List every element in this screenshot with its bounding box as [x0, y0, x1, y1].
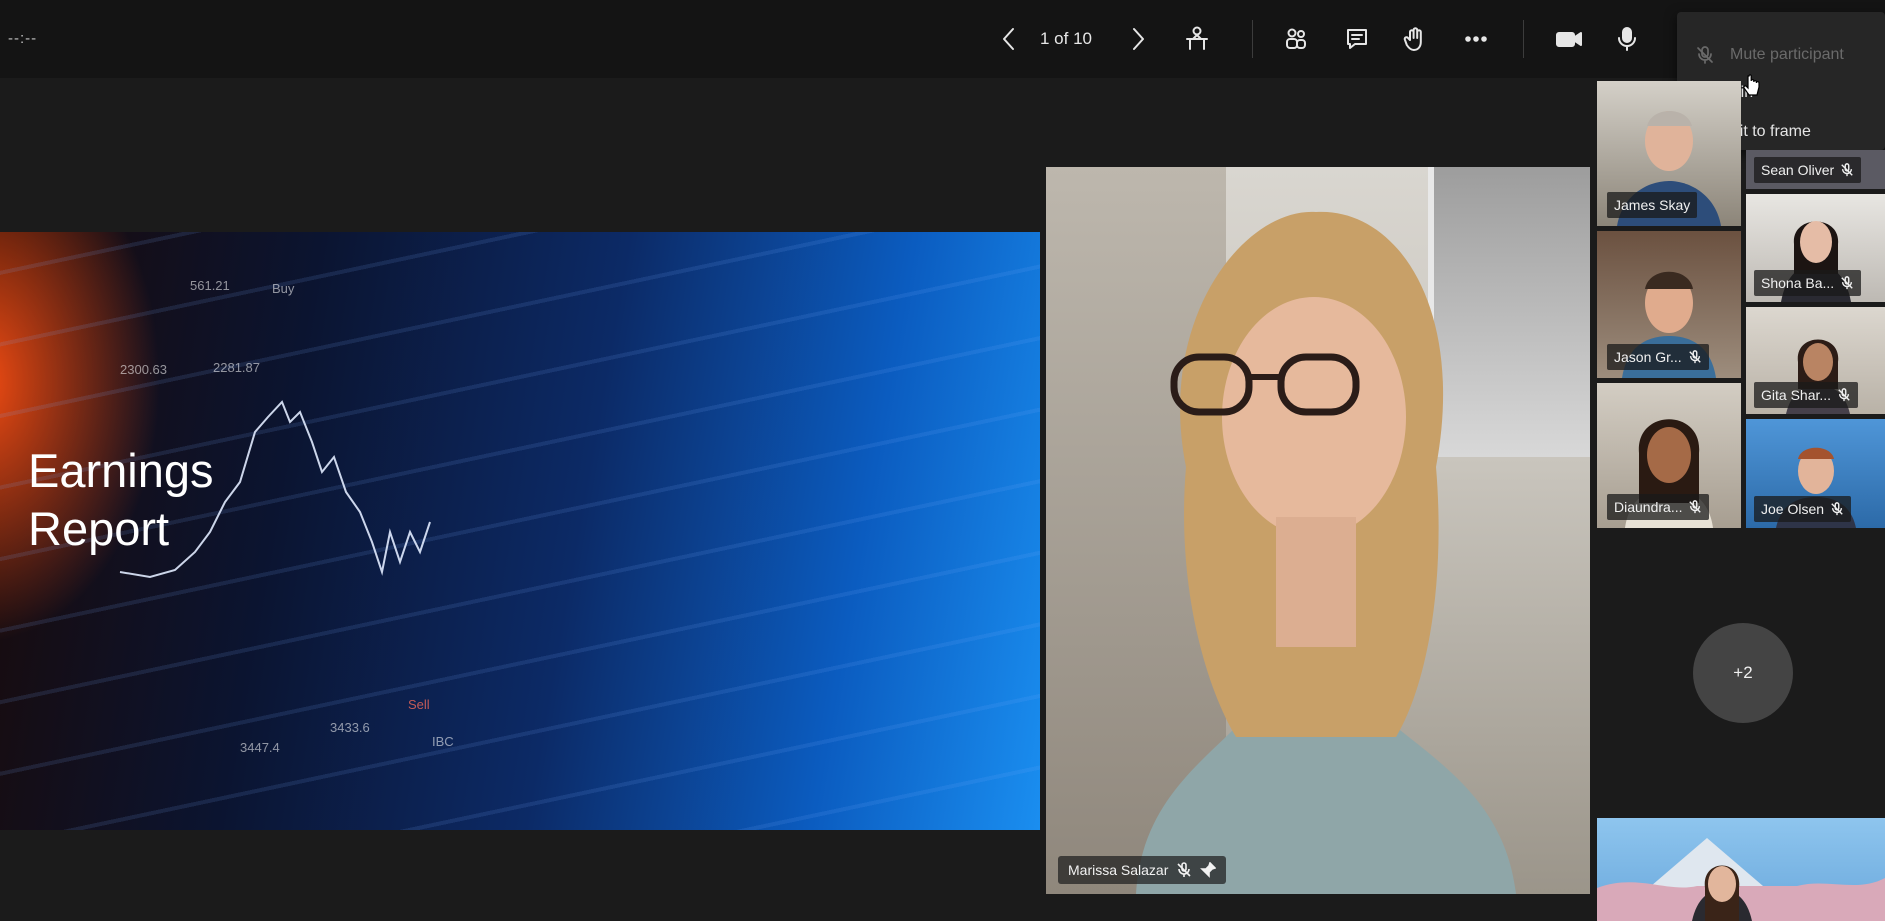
mic-off-icon	[1694, 44, 1716, 66]
participant-name-label: Shona Ba...	[1754, 270, 1862, 296]
participant-name-label: James Skay	[1607, 192, 1698, 218]
slide-counter: 1 of 10	[1040, 29, 1092, 48]
camera-toggle-button[interactable]	[1550, 20, 1588, 58]
participant-tile[interactable]: James Skay	[1597, 81, 1741, 226]
menu-item-label: Fit to frame	[1730, 123, 1811, 140]
slide-title-line: Earnings	[28, 444, 214, 497]
participants-button[interactable]	[1277, 20, 1315, 58]
microphone-icon	[1618, 27, 1636, 51]
previous-slide-button[interactable]	[990, 20, 1028, 58]
participant-name: Jason Gr...	[1614, 349, 1682, 365]
participant-tile[interactable]: Gita Shar...	[1746, 307, 1885, 414]
participant-tile[interactable]: Sean Oliver	[1746, 150, 1885, 189]
mic-off-icon	[1838, 388, 1850, 402]
slide-title-line: Report	[28, 502, 170, 555]
participant-name: Gita Shar...	[1761, 387, 1832, 403]
pin-icon	[1200, 862, 1217, 878]
mic-off-icon	[1841, 276, 1853, 290]
meeting-timer: --:--	[8, 30, 38, 47]
menu-item-mute-participant[interactable]: Mute participant	[1677, 36, 1885, 74]
participant-name: James Skay	[1614, 197, 1691, 213]
slide-title: Earnings Report	[28, 442, 214, 558]
speaker-silhouette	[1136, 211, 1516, 894]
participant-name-label: Joe Olsen	[1754, 496, 1852, 522]
mouse-pointer-icon	[1743, 74, 1760, 96]
participant-tile[interactable]: Diaundra...	[1597, 383, 1741, 528]
participant-tile[interactable]: Jason Gr...	[1597, 231, 1741, 378]
speaker-name-label: Marissa Salazar	[1058, 856, 1227, 884]
mic-off-icon	[1831, 502, 1843, 516]
chevron-left-icon	[1003, 28, 1014, 50]
chat-icon	[1347, 29, 1367, 49]
toolbar-divider	[1252, 20, 1253, 58]
main-speaker-video[interactable]: Marissa Salazar	[1046, 167, 1590, 894]
participant-tile[interactable]: Shona Ba...	[1746, 194, 1885, 302]
mic-off-icon	[1177, 862, 1191, 877]
menu-item-label: Mute participant	[1730, 46, 1844, 63]
participants-icon	[1286, 28, 1306, 49]
participant-name-label: Diaundra...	[1607, 494, 1710, 520]
more-options-icon	[1465, 36, 1487, 42]
self-view-video[interactable]	[1597, 818, 1885, 921]
participant-name-label: Gita Shar...	[1754, 382, 1859, 408]
meeting-toolbar: --:-- 1 of 10	[0, 0, 1885, 78]
camera-icon	[1556, 32, 1582, 47]
presenter-view-icon	[1186, 26, 1208, 50]
participant-tile[interactable]: Joe Olsen	[1746, 419, 1885, 528]
presenter-view-button[interactable]	[1178, 20, 1216, 58]
participant-name-label: Jason Gr...	[1607, 344, 1709, 370]
mic-off-icon	[1688, 350, 1701, 364]
mic-off-icon	[1689, 500, 1702, 514]
shared-presentation-slide: 561.21 2281.87 2300.63 3433.6 3447.4 IBC…	[0, 232, 1040, 830]
raise-hand-icon	[1403, 27, 1422, 51]
self-view-scene	[1597, 838, 1885, 921]
speaker-name: Marissa Salazar	[1068, 862, 1169, 878]
participant-name: Diaundra...	[1614, 499, 1683, 515]
participant-name-label: Sean Oliver	[1754, 157, 1862, 183]
microphone-toggle-button[interactable]	[1608, 20, 1646, 58]
chat-button[interactable]	[1338, 20, 1376, 58]
mic-off-icon	[1841, 163, 1853, 177]
chevron-right-icon	[1133, 28, 1144, 50]
next-slide-button[interactable]	[1119, 20, 1157, 58]
participant-name: Shona Ba...	[1761, 275, 1835, 291]
raise-hand-button[interactable]	[1396, 20, 1434, 58]
participant-name: Sean Oliver	[1761, 162, 1835, 178]
more-options-button[interactable]	[1457, 20, 1495, 58]
toolbar-divider	[1523, 20, 1524, 58]
more-participants-button[interactable]: +2	[1693, 623, 1793, 723]
participant-name: Joe Olsen	[1761, 501, 1825, 517]
